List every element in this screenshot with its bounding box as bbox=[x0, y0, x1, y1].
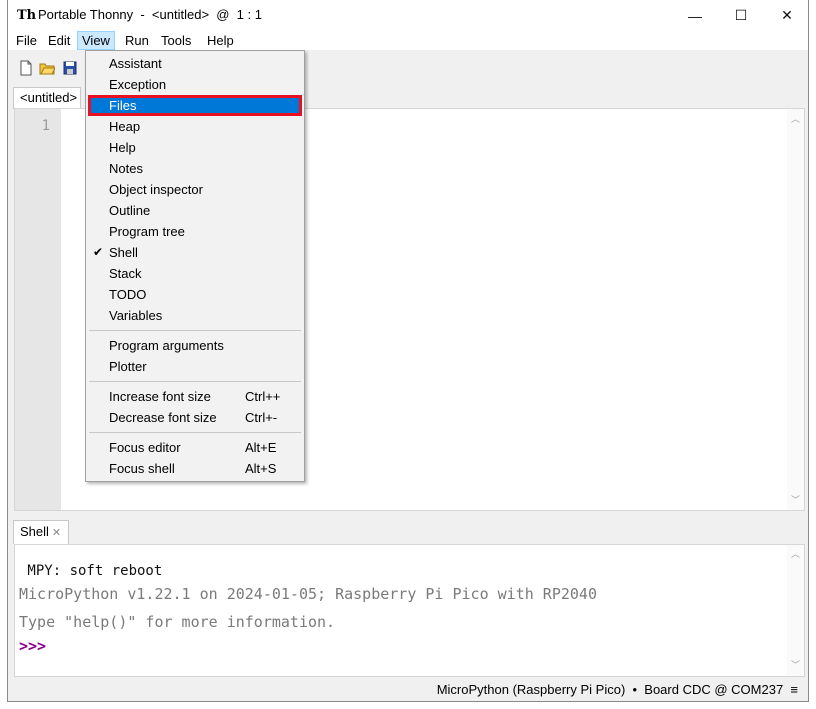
new-file-icon[interactable] bbox=[18, 60, 34, 76]
shell-panel[interactable]: MPY: soft reboot MicroPython v1.22.1 on … bbox=[14, 544, 805, 677]
close-tab-icon[interactable]: ✕ bbox=[52, 527, 61, 539]
shell-output-line: MicroPython v1.22.1 on 2024-01-05; Raspb… bbox=[19, 585, 597, 603]
maximize-icon: ☐ bbox=[734, 7, 748, 23]
line-number: 1 bbox=[41, 118, 50, 134]
menu-separator bbox=[89, 381, 301, 382]
menu-item-program-tree[interactable]: Program tree bbox=[88, 221, 302, 242]
menu-view[interactable]: View bbox=[77, 31, 115, 50]
menu-separator bbox=[89, 330, 301, 331]
menu-item-program-arguments[interactable]: Program arguments bbox=[88, 335, 302, 356]
menu-edit[interactable]: Edit bbox=[43, 31, 75, 50]
scroll-up-icon[interactable]: ︿ bbox=[787, 547, 804, 563]
menu-run[interactable]: Run bbox=[120, 31, 154, 50]
shell-prompt: >>> bbox=[19, 637, 47, 655]
interpreter-status[interactable]: MicroPython (Raspberry Pi Pico) • Board … bbox=[437, 682, 798, 697]
menu-item-assistant[interactable]: Assistant bbox=[88, 53, 302, 74]
menu-item-stack[interactable]: Stack bbox=[88, 263, 302, 284]
menu-item-notes[interactable]: Notes bbox=[88, 158, 302, 179]
menu-item-files[interactable]: Files bbox=[88, 95, 302, 116]
menu-item-shell[interactable]: ✔ Shell bbox=[88, 242, 302, 263]
menu-item-exception[interactable]: Exception bbox=[88, 74, 302, 95]
title-bar[interactable]: Th Portable Thonny - <untitled> @ 1 : 1 … bbox=[8, 0, 808, 31]
save-file-icon[interactable] bbox=[62, 60, 78, 76]
menu-item-increase-font[interactable]: Increase font size Ctrl++ bbox=[88, 386, 302, 407]
menu-tools[interactable]: Tools bbox=[156, 31, 196, 50]
tab-shell[interactable]: Shell ✕ bbox=[13, 520, 69, 544]
editor-scrollbar[interactable]: ︿ ﹀ bbox=[787, 109, 804, 510]
view-menu-dropdown: Assistant Exception Files Heap Help Note… bbox=[85, 50, 305, 482]
menu-separator bbox=[89, 432, 301, 433]
menu-item-help[interactable]: Help bbox=[88, 137, 302, 158]
scroll-up-icon[interactable]: ︿ bbox=[787, 111, 804, 127]
close-button[interactable]: ✕ bbox=[764, 0, 810, 31]
close-icon: ✕ bbox=[781, 7, 793, 23]
shell-output-line: Type "help()" for more information. bbox=[19, 613, 336, 631]
status-bar: MicroPython (Raspberry Pi Pico) • Board … bbox=[8, 677, 808, 702]
shell-output-line: MPY: soft reboot bbox=[19, 563, 163, 579]
maximize-button[interactable]: ☐ bbox=[718, 0, 764, 31]
menu-item-outline[interactable]: Outline bbox=[88, 200, 302, 221]
thonny-app-icon: Th bbox=[17, 8, 37, 23]
menu-file[interactable]: File bbox=[11, 31, 42, 50]
thonny-window: Th Portable Thonny - <untitled> @ 1 : 1 … bbox=[7, 0, 809, 702]
open-file-icon[interactable] bbox=[39, 60, 55, 76]
menu-bar: File Edit View Run Tools Help bbox=[8, 31, 808, 50]
scroll-down-icon[interactable]: ﹀ bbox=[787, 492, 804, 508]
checkmark-icon: ✔ bbox=[93, 245, 104, 259]
minimize-icon: — bbox=[688, 7, 702, 24]
menu-item-focus-editor[interactable]: Focus editor Alt+E bbox=[88, 437, 302, 458]
minimize-button[interactable]: — bbox=[672, 0, 718, 31]
menu-item-todo[interactable]: TODO bbox=[88, 284, 302, 305]
window-title: Portable Thonny - <untitled> @ 1 : 1 bbox=[38, 7, 262, 22]
line-number-gutter: 1 bbox=[15, 109, 61, 510]
shell-scrollbar[interactable]: ︿ ﹀ bbox=[787, 545, 804, 676]
menu-item-heap[interactable]: Heap bbox=[88, 116, 302, 137]
menu-help[interactable]: Help bbox=[202, 31, 239, 50]
tab-untitled[interactable]: <untitled> bbox=[13, 87, 81, 109]
menu-item-plotter[interactable]: Plotter bbox=[88, 356, 302, 377]
menu-item-focus-shell[interactable]: Focus shell Alt+S bbox=[88, 458, 302, 479]
shell-tab-label: Shell bbox=[20, 524, 49, 539]
scroll-down-icon[interactable]: ﹀ bbox=[787, 658, 804, 674]
menu-item-object-inspector[interactable]: Object inspector bbox=[88, 179, 302, 200]
menu-item-variables[interactable]: Variables bbox=[88, 305, 302, 326]
menu-item-decrease-font[interactable]: Decrease font size Ctrl+- bbox=[88, 407, 302, 428]
